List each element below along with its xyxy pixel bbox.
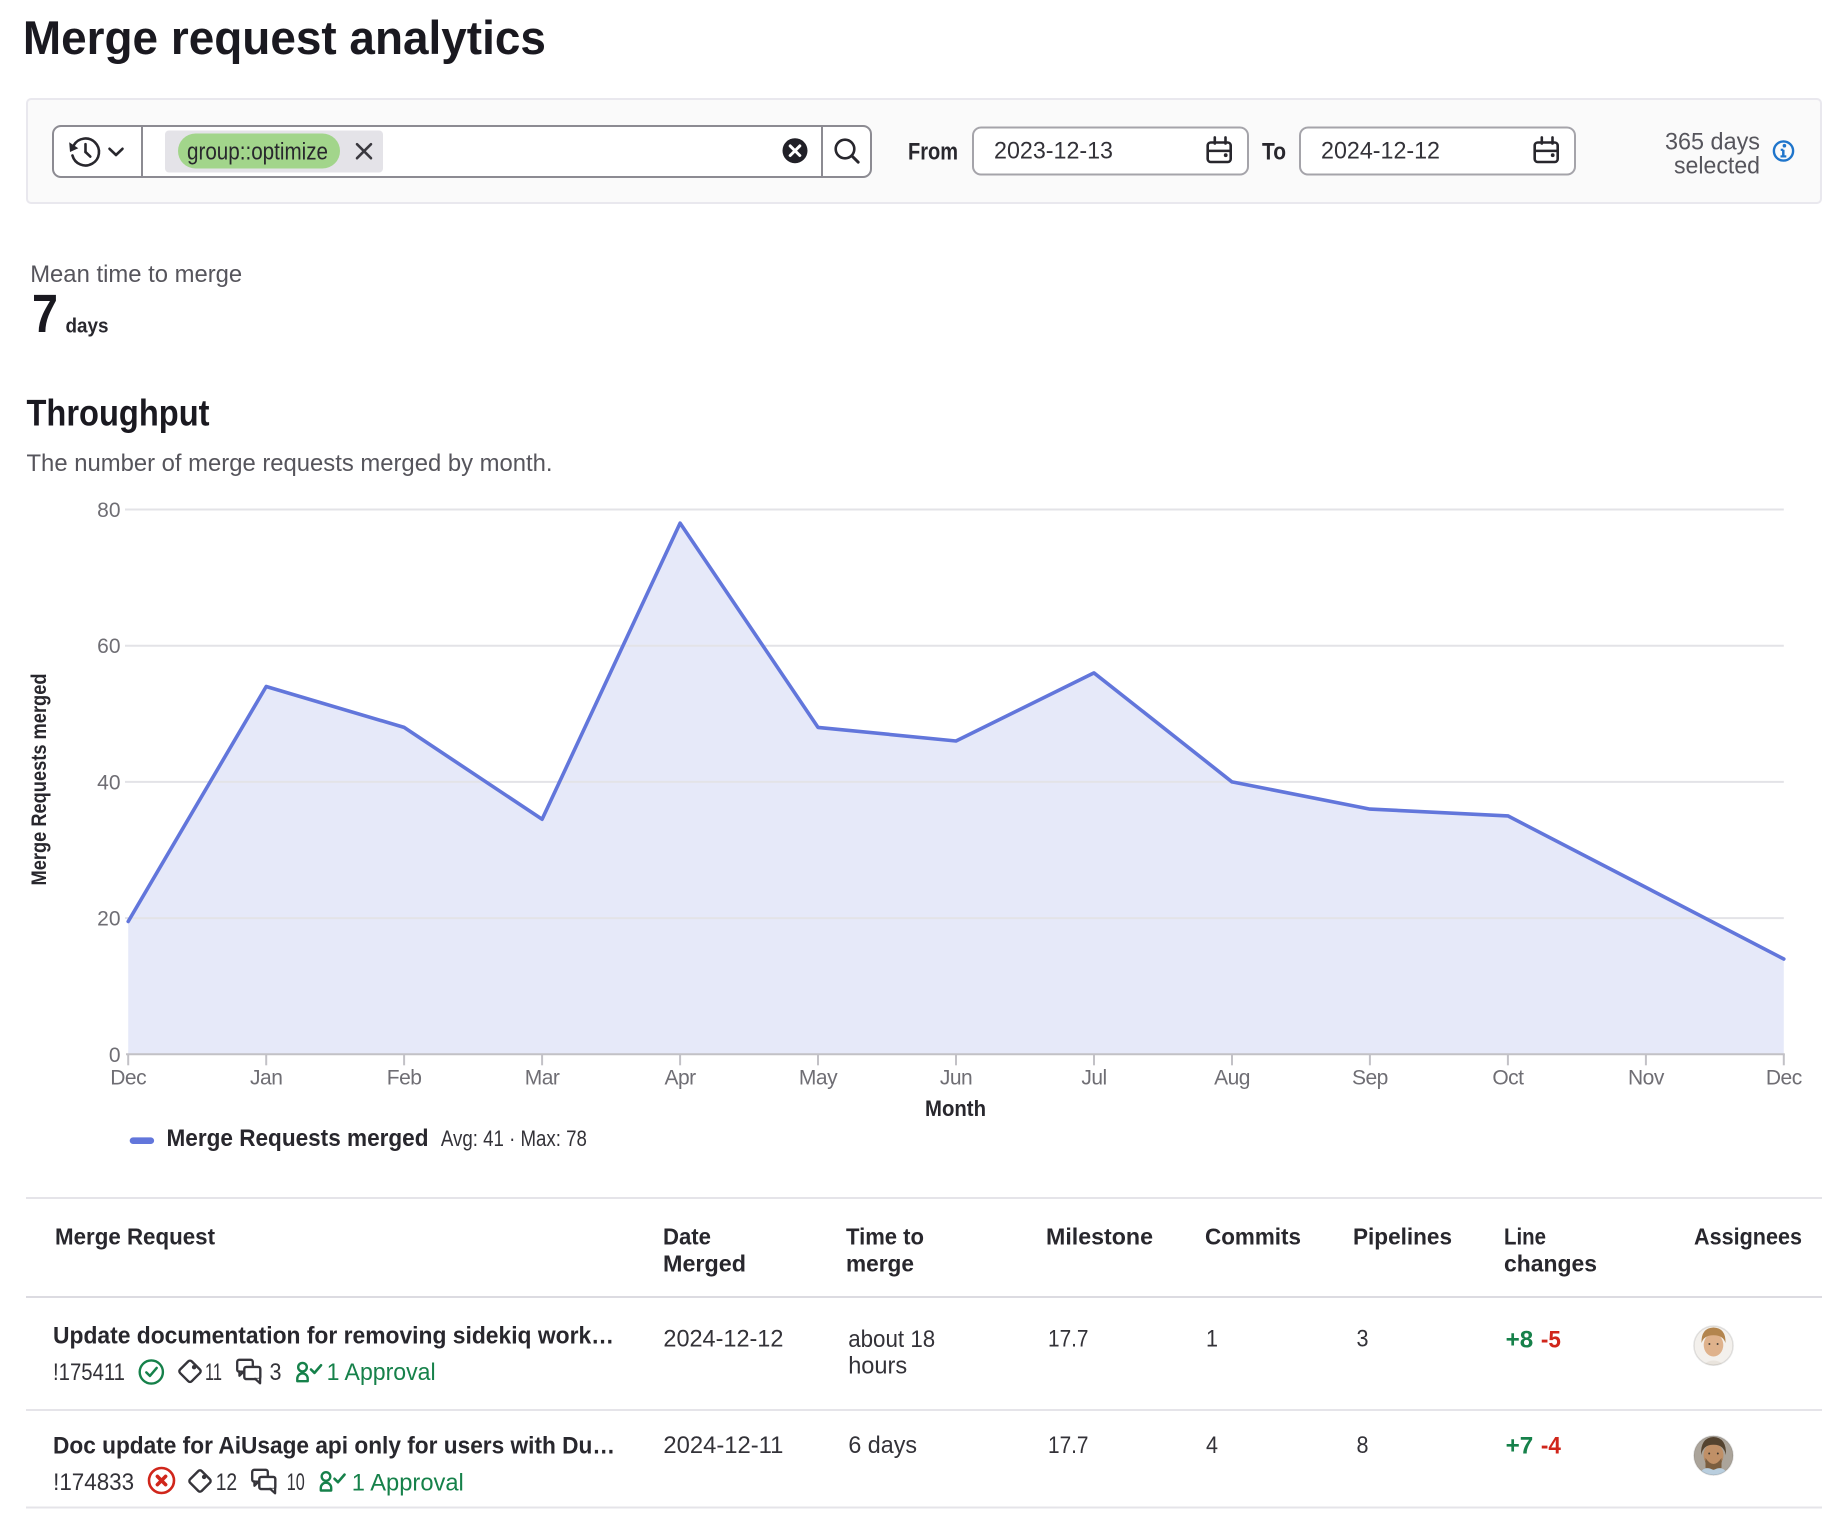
svg-text:!174833: !174833 [53, 1469, 134, 1496]
svg-text:!175411: !175411 [53, 1359, 125, 1386]
svg-text:+8: +8 [1506, 1327, 1534, 1354]
svg-text:Avg: 41 · Max: 78: Avg: 41 · Max: 78 [441, 1126, 587, 1151]
svg-text:Merged: Merged [663, 1251, 746, 1277]
svg-text:Assignees: Assignees [1694, 1224, 1802, 1250]
svg-text:To: To [1262, 139, 1286, 166]
svg-text:selected: selected [1674, 153, 1760, 180]
svg-text:+7: +7 [1506, 1433, 1534, 1460]
svg-text:17.7: 17.7 [1048, 1326, 1089, 1353]
svg-text:Apr: Apr [665, 1067, 697, 1090]
svg-text:20: 20 [97, 908, 120, 931]
svg-text:Aug: Aug [1214, 1067, 1250, 1090]
svg-text:group::optimize: group::optimize [187, 138, 328, 165]
svg-text:Merge Requests merged: Merge Requests merged [28, 674, 51, 886]
svg-text:3: 3 [1357, 1326, 1369, 1353]
svg-text:Month: Month [925, 1096, 986, 1121]
svg-text:Commits: Commits [1205, 1224, 1301, 1250]
svg-text:The number of merge requests m: The number of merge requests merged by m… [27, 450, 553, 477]
svg-text:Jul: Jul [1081, 1067, 1106, 1090]
svg-text:Merge Requests merged: Merge Requests merged [167, 1125, 429, 1152]
svg-text:4: 4 [1206, 1432, 1218, 1459]
svg-text:3: 3 [270, 1359, 282, 1386]
svg-text:Doc update for AiUsage api onl: Doc update for AiUsage api only for user… [53, 1433, 615, 1460]
svg-text:Mar: Mar [525, 1067, 560, 1090]
svg-text:10: 10 [287, 1469, 305, 1496]
svg-text:Merge Request: Merge Request [55, 1224, 215, 1250]
svg-text:Jun: Jun [940, 1067, 972, 1090]
svg-text:Milestone: Milestone [1046, 1224, 1153, 1250]
svg-text:17.7: 17.7 [1048, 1432, 1089, 1459]
svg-text:changes: changes [1504, 1251, 1597, 1277]
svg-text:80: 80 [97, 499, 120, 522]
svg-text:Merge request analytics: Merge request analytics [23, 11, 546, 64]
svg-text:2024-12-12: 2024-12-12 [663, 1326, 783, 1353]
svg-text:-5: -5 [1541, 1327, 1561, 1354]
svg-text:8: 8 [1357, 1432, 1369, 1459]
svg-text:Throughput: Throughput [27, 393, 210, 434]
svg-text:Date: Date [663, 1224, 711, 1250]
svg-text:May: May [799, 1067, 838, 1090]
svg-text:hours: hours [848, 1352, 907, 1379]
svg-text:Update documentation for remov: Update documentation for removing sideki… [53, 1323, 614, 1350]
svg-text:6 days: 6 days [848, 1432, 917, 1459]
svg-text:From: From [908, 139, 958, 166]
svg-text:-4: -4 [1541, 1433, 1562, 1460]
svg-text:0: 0 [109, 1044, 121, 1067]
svg-text:1: 1 [1206, 1326, 1218, 1353]
svg-text:365 days: 365 days [1665, 129, 1760, 156]
svg-text:1 Approval: 1 Approval [327, 1359, 436, 1386]
svg-text:days: days [66, 315, 109, 337]
svg-text:2024-12-11: 2024-12-11 [663, 1432, 783, 1459]
svg-text:Nov: Nov [1628, 1067, 1665, 1090]
svg-text:Feb: Feb [387, 1067, 422, 1090]
svg-text:2024-12-12: 2024-12-12 [1321, 138, 1440, 165]
svg-text:Dec: Dec [1766, 1067, 1802, 1090]
svg-text:40: 40 [97, 771, 120, 794]
svg-text:Time to: Time to [846, 1224, 924, 1250]
svg-text:2023-12-13: 2023-12-13 [994, 138, 1113, 165]
svg-text:Sep: Sep [1352, 1067, 1388, 1090]
svg-text:merge: merge [846, 1251, 914, 1277]
svg-text:about 18: about 18 [848, 1326, 935, 1353]
svg-text:1 Approval: 1 Approval [352, 1469, 464, 1496]
svg-text:Oct: Oct [1492, 1067, 1524, 1090]
svg-text:Jan: Jan [250, 1067, 282, 1090]
svg-text:60: 60 [97, 635, 120, 658]
svg-text:Line: Line [1504, 1224, 1546, 1250]
svg-text:Dec: Dec [110, 1067, 146, 1090]
svg-text:Mean time to merge: Mean time to merge [30, 261, 242, 288]
svg-text:12: 12 [216, 1469, 237, 1496]
svg-text:7: 7 [32, 284, 58, 344]
svg-text:11: 11 [205, 1359, 222, 1386]
svg-text:Pipelines: Pipelines [1353, 1224, 1452, 1250]
